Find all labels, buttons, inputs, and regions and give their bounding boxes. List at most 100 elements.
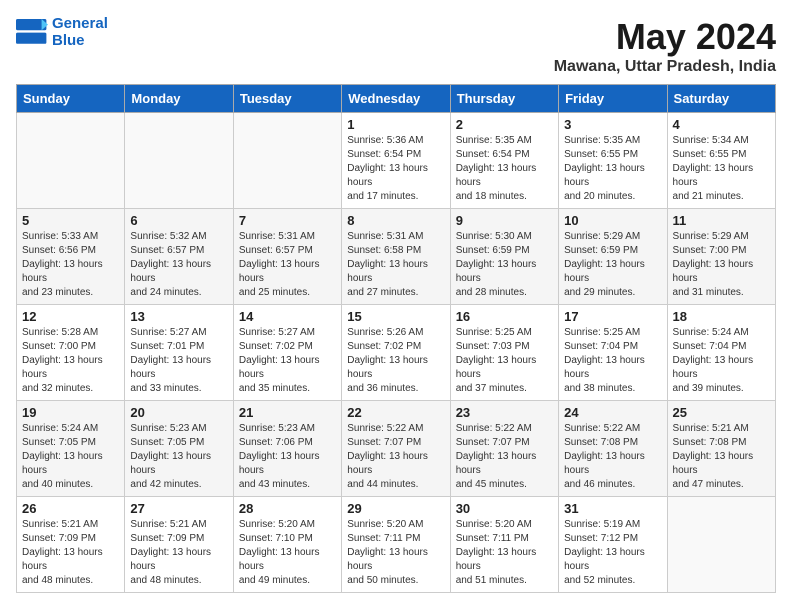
day-number: 8	[347, 213, 444, 228]
day-info: Sunrise: 5:20 AMSunset: 7:10 PMDaylight:…	[239, 518, 336, 588]
week-row-2: 5Sunrise: 5:33 AMSunset: 6:56 PMDaylight…	[17, 209, 776, 305]
calendar-table: SundayMondayTuesdayWednesdayThursdayFrid…	[16, 84, 776, 593]
calendar-cell: 10 Sunrise: 5:29 AMSunset: 6:59 PMDayligh…	[559, 209, 667, 305]
month-year-title: May 2024	[554, 16, 776, 58]
day-number: 6	[130, 213, 227, 228]
calendar-cell: 19Sunrise: 5:24 AMSunset: 7:05 PMDayligh…	[17, 401, 125, 497]
calendar-cell: 25 Sunrise: 5:21 AMSunset: 7:08 PMDayligh…	[667, 401, 775, 497]
calendar-cell: 28 Sunrise: 5:20 AMSunset: 7:10 PMDayligh…	[233, 497, 341, 593]
calendar-cell: 24 Sunrise: 5:22 AMSunset: 7:08 PMDayligh…	[559, 401, 667, 497]
calendar-cell: 18 Sunrise: 5:24 AMSunset: 7:04 PMDayligh…	[667, 305, 775, 401]
calendar-cell: 9 Sunrise: 5:30 AMSunset: 6:59 PMDaylight…	[450, 209, 558, 305]
calendar-header-row: SundayMondayTuesdayWednesdayThursdayFrid…	[17, 85, 776, 113]
col-header-monday: Monday	[125, 85, 233, 113]
calendar-cell: 5Sunrise: 5:33 AMSunset: 6:56 PMDaylight…	[17, 209, 125, 305]
day-number: 24	[564, 405, 661, 420]
day-info: Sunrise: 5:30 AMSunset: 6:59 PMDaylight:…	[456, 230, 553, 300]
day-number: 13	[130, 309, 227, 324]
day-info: Sunrise: 5:23 AMSunset: 7:06 PMDaylight:…	[239, 422, 336, 492]
day-number: 3	[564, 117, 661, 132]
logo-text-line2: Blue	[52, 33, 108, 50]
calendar-cell: 16 Sunrise: 5:25 AMSunset: 7:03 PMDayligh…	[450, 305, 558, 401]
day-number: 29	[347, 501, 444, 516]
calendar-cell: 30 Sunrise: 5:20 AMSunset: 7:11 PMDayligh…	[450, 497, 558, 593]
day-info: Sunrise: 5:21 AMSunset: 7:09 PMDaylight:…	[130, 518, 227, 588]
header: General Blue May 2024 Mawana, Uttar Prad…	[16, 16, 776, 76]
day-info: Sunrise: 5:27 AMSunset: 7:02 PMDaylight:…	[239, 326, 336, 396]
day-info: Sunrise: 5:25 AMSunset: 7:04 PMDaylight:…	[564, 326, 661, 396]
day-number: 1	[347, 117, 444, 132]
logo: General Blue	[16, 16, 108, 49]
calendar-cell: 23Sunrise: 5:22 AMSunset: 7:07 PMDayligh…	[450, 401, 558, 497]
day-info: Sunrise: 5:35 AMSunset: 6:55 PMDaylight:…	[564, 134, 661, 204]
day-info: Sunrise: 5:31 AMSunset: 6:57 PMDaylight:…	[239, 230, 336, 300]
day-number: 25	[673, 405, 770, 420]
day-info: Sunrise: 5:22 AMSunset: 7:07 PMDaylight:…	[456, 422, 553, 492]
calendar-cell: 6 Sunrise: 5:32 AMSunset: 6:57 PMDaylight…	[125, 209, 233, 305]
day-info: Sunrise: 5:24 AMSunset: 7:04 PMDaylight:…	[673, 326, 770, 396]
calendar-cell: 17 Sunrise: 5:25 AMSunset: 7:04 PMDayligh…	[559, 305, 667, 401]
day-number: 21	[239, 405, 336, 420]
calendar-cell: 20 Sunrise: 5:23 AMSunset: 7:05 PMDayligh…	[125, 401, 233, 497]
calendar-cell: 21 Sunrise: 5:23 AMSunset: 7:06 PMDayligh…	[233, 401, 341, 497]
calendar-cell	[125, 113, 233, 209]
day-number: 9	[456, 213, 553, 228]
col-header-saturday: Saturday	[667, 85, 775, 113]
day-info: Sunrise: 5:36 AMSunset: 6:54 PMDaylight:…	[347, 134, 444, 204]
calendar-cell: 7 Sunrise: 5:31 AMSunset: 6:57 PMDaylight…	[233, 209, 341, 305]
day-number: 20	[130, 405, 227, 420]
day-info: Sunrise: 5:19 AMSunset: 7:12 PMDaylight:…	[564, 518, 661, 588]
day-number: 15	[347, 309, 444, 324]
day-number: 12	[22, 309, 119, 324]
calendar-cell: 14Sunrise: 5:27 AMSunset: 7:02 PMDayligh…	[233, 305, 341, 401]
day-info: Sunrise: 5:20 AMSunset: 7:11 PMDaylight:…	[347, 518, 444, 588]
day-number: 30	[456, 501, 553, 516]
week-row-3: 12 Sunrise: 5:28 AMSunset: 7:00 PMDayligh…	[17, 305, 776, 401]
day-number: 28	[239, 501, 336, 516]
calendar-cell: 8Sunrise: 5:31 AMSunset: 6:58 PMDaylight…	[342, 209, 450, 305]
day-info: Sunrise: 5:34 AMSunset: 6:55 PMDaylight:…	[673, 134, 770, 204]
day-number: 2	[456, 117, 553, 132]
day-info: Sunrise: 5:20 AMSunset: 7:11 PMDaylight:…	[456, 518, 553, 588]
day-number: 27	[130, 501, 227, 516]
day-info: Sunrise: 5:22 AMSunset: 7:07 PMDaylight:…	[347, 422, 444, 492]
col-header-sunday: Sunday	[17, 85, 125, 113]
week-row-1: 1 Sunrise: 5:36 AMSunset: 6:54 PMDaylight…	[17, 113, 776, 209]
calendar-cell: 4 Sunrise: 5:34 AMSunset: 6:55 PMDaylight…	[667, 113, 775, 209]
calendar-cell: 12 Sunrise: 5:28 AMSunset: 7:00 PMDayligh…	[17, 305, 125, 401]
col-header-friday: Friday	[559, 85, 667, 113]
calendar-cell: 27 Sunrise: 5:21 AMSunset: 7:09 PMDayligh…	[125, 497, 233, 593]
day-number: 10	[564, 213, 661, 228]
calendar-cell	[17, 113, 125, 209]
week-row-4: 19Sunrise: 5:24 AMSunset: 7:05 PMDayligh…	[17, 401, 776, 497]
logo-icon	[16, 19, 48, 47]
day-info: Sunrise: 5:28 AMSunset: 7:00 PMDaylight:…	[22, 326, 119, 396]
calendar-cell	[667, 497, 775, 593]
location-title: Mawana, Uttar Pradesh, India	[554, 58, 776, 76]
day-info: Sunrise: 5:26 AMSunset: 7:02 PMDaylight:…	[347, 326, 444, 396]
day-number: 31	[564, 501, 661, 516]
col-header-thursday: Thursday	[450, 85, 558, 113]
day-info: Sunrise: 5:23 AMSunset: 7:05 PMDaylight:…	[130, 422, 227, 492]
day-info: Sunrise: 5:22 AMSunset: 7:08 PMDaylight:…	[564, 422, 661, 492]
calendar-cell: 2 Sunrise: 5:35 AMSunset: 6:54 PMDaylight…	[450, 113, 558, 209]
day-info: Sunrise: 5:32 AMSunset: 6:57 PMDaylight:…	[130, 230, 227, 300]
day-number: 26	[22, 501, 119, 516]
day-number: 17	[564, 309, 661, 324]
day-number: 7	[239, 213, 336, 228]
day-info: Sunrise: 5:21 AMSunset: 7:08 PMDaylight:…	[673, 422, 770, 492]
day-number: 18	[673, 309, 770, 324]
day-info: Sunrise: 5:27 AMSunset: 7:01 PMDaylight:…	[130, 326, 227, 396]
calendar-cell: 31 Sunrise: 5:19 AMSunset: 7:12 PMDayligh…	[559, 497, 667, 593]
day-info: Sunrise: 5:25 AMSunset: 7:03 PMDaylight:…	[456, 326, 553, 396]
day-info: Sunrise: 5:29 AMSunset: 6:59 PMDaylight:…	[564, 230, 661, 300]
day-number: 16	[456, 309, 553, 324]
day-info: Sunrise: 5:35 AMSunset: 6:54 PMDaylight:…	[456, 134, 553, 204]
title-area: May 2024 Mawana, Uttar Pradesh, India	[554, 16, 776, 76]
day-number: 5	[22, 213, 119, 228]
day-number: 11	[673, 213, 770, 228]
calendar-cell: 26Sunrise: 5:21 AMSunset: 7:09 PMDayligh…	[17, 497, 125, 593]
col-header-tuesday: Tuesday	[233, 85, 341, 113]
day-number: 4	[673, 117, 770, 132]
calendar-cell: 15 Sunrise: 5:26 AMSunset: 7:02 PMDayligh…	[342, 305, 450, 401]
